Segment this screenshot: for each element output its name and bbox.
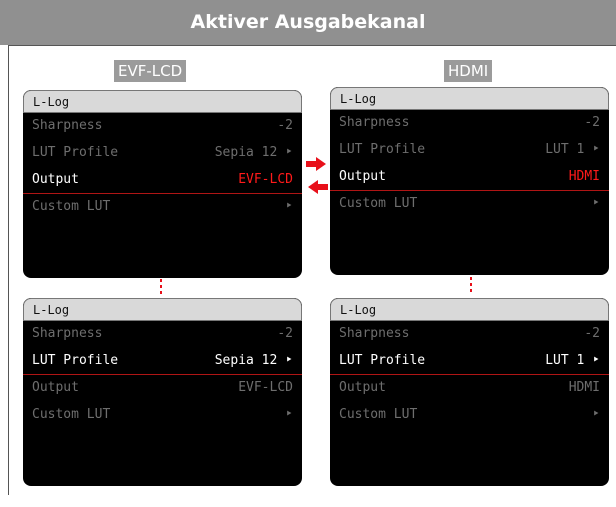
menu-item-label: LUT Profile: [339, 353, 426, 368]
menu-screen-hdmi-output-selected: L-Log Sharpness -2 LUT Profile LUT 1 ‣ O…: [330, 87, 609, 275]
menu-item-value: -2: [584, 326, 600, 341]
menu-item-value: HDMI: [568, 169, 600, 184]
menu-item-label: Output: [32, 172, 79, 187]
menu-item-value: ‣: [285, 199, 293, 214]
continuation-dots-icon: [470, 277, 472, 292]
menu-item-output[interactable]: Output HDMI: [330, 164, 609, 191]
menu-item-lut-profile[interactable]: LUT Profile Sepia 12 ‣: [23, 140, 302, 167]
menu-item-lut-profile[interactable]: LUT Profile Sepia 12 ‣: [23, 348, 302, 375]
menu-screen-evf-output-selected: L-Log Sharpness -2 LUT Profile Sepia 12 …: [23, 90, 302, 278]
menu-item-label: Output: [339, 380, 386, 395]
channel-label-evf-lcd: EVF-LCD: [114, 60, 187, 82]
menu-item-label: Sharpness: [339, 115, 410, 130]
menu-item-label: LUT Profile: [32, 145, 119, 160]
menu-item-label: Output: [32, 380, 79, 395]
page-title: Aktiver Ausgabekanal: [0, 0, 616, 45]
channel-label-hdmi: HDMI: [444, 60, 493, 82]
menu-item-label: LUT Profile: [339, 142, 426, 157]
arrow-right-icon: [306, 157, 326, 171]
frame-border: [8, 45, 9, 495]
menu-item-sharpness[interactable]: Sharpness -2: [23, 113, 302, 140]
menu-item-label: Sharpness: [32, 118, 103, 133]
menu-item-custom-lut[interactable]: Custom LUT ‣: [330, 191, 609, 218]
menu-header: L-Log: [330, 87, 609, 110]
arrow-left-icon: [308, 180, 328, 194]
menu-item-custom-lut[interactable]: Custom LUT ‣: [23, 194, 302, 221]
menu-item-value: HDMI: [568, 380, 600, 395]
continuation-dots-icon: [160, 279, 162, 294]
menu-item-value: -2: [584, 115, 600, 130]
menu-item-output[interactable]: Output EVF-LCD: [23, 167, 302, 194]
menu-header: L-Log: [330, 298, 609, 321]
menu-item-value: Sepia 12 ‣: [214, 145, 293, 160]
menu-item-label: Custom LUT: [32, 407, 111, 422]
menu-item-output[interactable]: Output EVF-LCD: [23, 375, 302, 402]
menu-item-label: LUT Profile: [32, 353, 119, 368]
menu-item-lut-profile[interactable]: LUT Profile LUT 1 ‣: [330, 137, 609, 164]
menu-item-value: EVF-LCD: [238, 172, 293, 187]
menu-header: L-Log: [23, 298, 302, 321]
menu-item-value: LUT 1 ‣: [545, 142, 600, 157]
menu-item-value: EVF-LCD: [238, 380, 293, 395]
menu-item-custom-lut[interactable]: Custom LUT ‣: [23, 402, 302, 429]
menu-item-value: LUT 1 ‣: [545, 353, 600, 368]
menu-item-sharpness[interactable]: Sharpness -2: [23, 321, 302, 348]
menu-item-label: Sharpness: [32, 326, 103, 341]
menu-item-output[interactable]: Output HDMI: [330, 375, 609, 402]
menu-header: L-Log: [23, 90, 302, 113]
menu-screen-evf-lut-selected: L-Log Sharpness -2 LUT Profile Sepia 12 …: [23, 298, 302, 486]
menu-item-value: Sepia 12 ‣: [214, 353, 293, 368]
menu-screen-hdmi-lut-selected: L-Log Sharpness -2 LUT Profile LUT 1 ‣ O…: [330, 298, 609, 486]
menu-item-value: ‣: [592, 407, 600, 422]
menu-item-sharpness[interactable]: Sharpness -2: [330, 321, 609, 348]
menu-item-value: ‣: [285, 407, 293, 422]
menu-item-value: ‣: [592, 196, 600, 211]
menu-item-label: Output: [339, 169, 386, 184]
menu-item-sharpness[interactable]: Sharpness -2: [330, 110, 609, 137]
menu-item-label: Sharpness: [339, 326, 410, 341]
menu-item-label: Custom LUT: [32, 199, 111, 214]
menu-item-value: -2: [277, 118, 293, 133]
frame-divider: [8, 45, 616, 46]
menu-item-custom-lut[interactable]: Custom LUT ‣: [330, 402, 609, 429]
menu-item-label: Custom LUT: [339, 196, 418, 211]
menu-item-label: Custom LUT: [339, 407, 418, 422]
menu-item-lut-profile[interactable]: LUT Profile LUT 1 ‣: [330, 348, 609, 375]
menu-item-value: -2: [277, 326, 293, 341]
